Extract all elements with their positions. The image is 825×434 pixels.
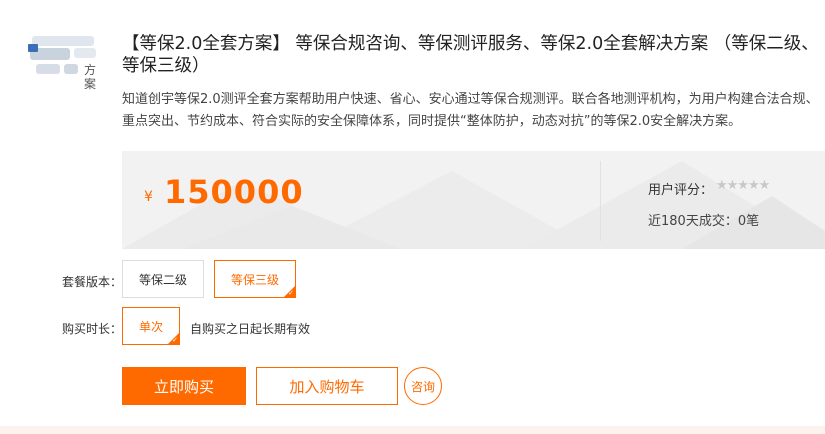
product-description: 知道创宇等保2.0测评全套方案帮助用户快速、省心、安心通过等保合规测评。联合各地… [122, 92, 819, 129]
buy-now-button[interactable]: 立即购买 [122, 367, 246, 405]
validity-note: 自购买之日起长期有效 [190, 322, 311, 336]
duration-option-once[interactable]: 单次 ✓ [122, 307, 180, 345]
package-option-level2[interactable]: 等保二级 [122, 260, 204, 298]
price-amount: 150000 [164, 173, 304, 211]
consult-button[interactable]: 咨询 [404, 367, 442, 405]
rating-stars-icon: ★★★★★ [716, 178, 770, 193]
package-option-label: 等保三级 [230, 272, 279, 287]
bottom-band [0, 426, 825, 434]
deals-count: 近180天成交：0笔 [648, 214, 760, 229]
package-label: 套餐版本： [62, 275, 123, 289]
selected-check-icon: ✓ [172, 336, 178, 344]
currency-symbol: ¥ [144, 189, 153, 205]
vendor-logo: 方案 [28, 34, 102, 91]
panel-divider [600, 161, 601, 241]
duration-option-label: 单次 [138, 319, 163, 334]
package-option-label: 等保二级 [138, 272, 187, 287]
duration-label: 购买时长： [62, 322, 123, 336]
logo-text: 方案 [84, 63, 97, 91]
product-title: 【等保2.0全套方案】 等保合规咨询、等保测评服务、等保2.0全套解决方案 （等… [122, 34, 819, 76]
rating-label: 用户评分： [648, 183, 714, 198]
selected-check-icon: ✓ [288, 289, 294, 297]
price-panel: ¥ 150000 用户评分： ★★★★★ 近180天成交：0笔 [122, 151, 825, 249]
add-to-cart-button[interactable]: 加入购物车 [256, 367, 398, 405]
package-option-level3[interactable]: 等保三级 ✓ [214, 260, 296, 298]
